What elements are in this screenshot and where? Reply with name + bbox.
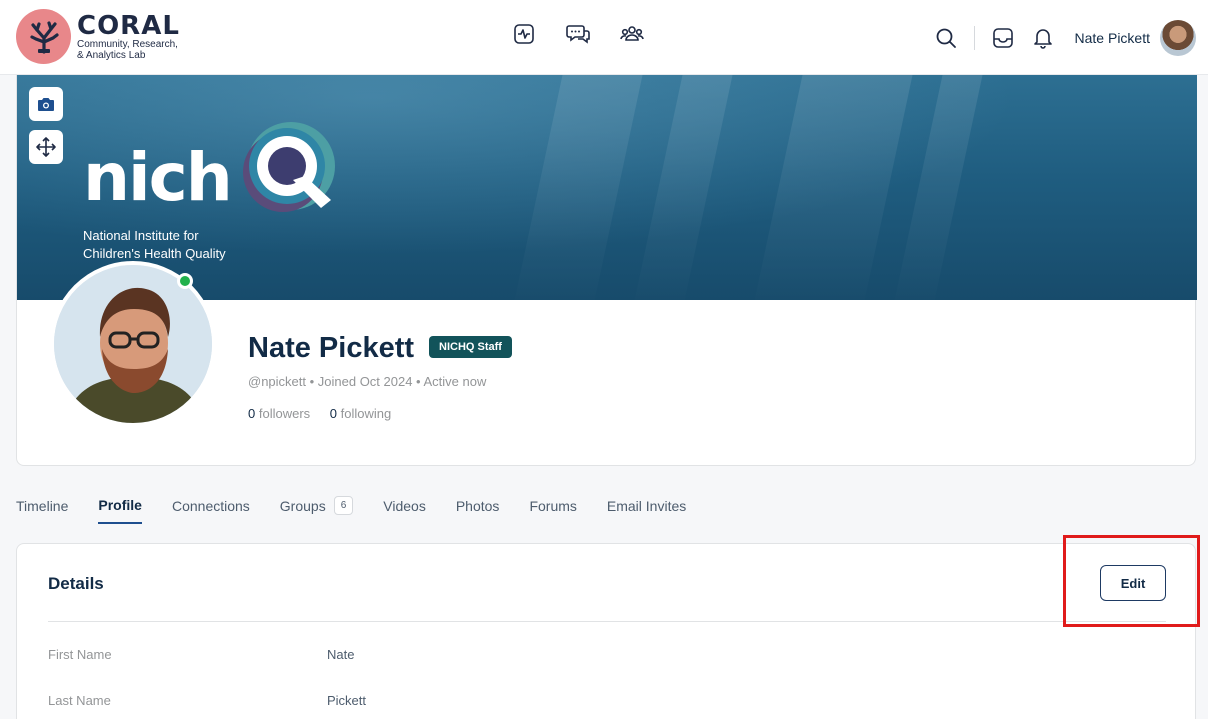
main-nav	[512, 22, 644, 46]
tab-connections[interactable]: Connections	[172, 496, 250, 524]
move-arrows-icon	[36, 137, 56, 157]
tab-photos[interactable]: Photos	[456, 496, 500, 524]
profile-card: nich National Institute for Children's H…	[16, 75, 1197, 466]
nichq-subtitle-line-1: National Institute for	[83, 228, 199, 243]
nichq-wordmark: nich	[83, 138, 233, 216]
members-icon[interactable]	[620, 22, 644, 46]
bell-icon[interactable]	[1031, 26, 1055, 50]
header-divider	[973, 25, 975, 50]
tab-timeline[interactable]: Timeline	[16, 496, 68, 524]
details-divider	[48, 621, 1166, 622]
highlight-annotation	[1063, 535, 1200, 627]
search-icon[interactable]	[934, 26, 958, 50]
coral-logo-icon	[16, 9, 71, 64]
first-name-label: First Name	[48, 647, 112, 662]
inbox-icon[interactable]	[991, 26, 1015, 50]
tab-videos[interactable]: Videos	[383, 496, 426, 524]
member-type-badge: NICHQ Staff	[429, 336, 512, 358]
last-name-value: Pickett	[327, 693, 367, 708]
change-cover-camera-button[interactable]	[29, 87, 63, 121]
nichq-subtitle-line-2: Children's Health Quality	[83, 246, 226, 261]
profile-tabs: Timeline Profile Connections Groups 6 Vi…	[16, 496, 716, 524]
cover-photo: nich National Institute for Children's H…	[17, 75, 1197, 300]
tab-groups-label: Groups	[279, 497, 326, 514]
tab-groups[interactable]: Groups 6	[279, 496, 354, 524]
following-link[interactable]: 0 following	[330, 406, 391, 421]
logo-wordmark: CORAL	[77, 10, 180, 41]
groups-count-badge: 6	[333, 496, 354, 515]
online-status-indicator	[177, 273, 193, 289]
logo-subtitle-line-2: & Analytics Lab	[77, 49, 146, 61]
profile-meta: @npickett • Joined Oct 2024 • Active now	[248, 374, 487, 389]
details-panel: Details Edit First Name Nate Last Name P…	[16, 543, 1196, 719]
top-header: CORAL Community, Research, & Analytics L…	[0, 0, 1208, 75]
last-name-label: Last Name	[48, 693, 111, 708]
camera-icon	[38, 98, 54, 111]
follow-stats: 0 followers 0 following	[248, 406, 391, 421]
tab-profile[interactable]: Profile	[98, 496, 142, 524]
first-name-value: Nate	[327, 647, 355, 662]
messages-icon[interactable]	[566, 22, 590, 46]
tab-email-invites[interactable]: Email Invites	[607, 496, 686, 524]
details-title: Details	[48, 574, 104, 593]
profile-name: Nate Pickett	[248, 332, 415, 364]
nichq-q-icon	[235, 122, 339, 225]
followers-link[interactable]: 0 followers	[248, 406, 310, 421]
site-logo[interactable]: CORAL Community, Research, & Analytics L…	[16, 9, 180, 64]
header-avatar[interactable]	[1160, 19, 1196, 56]
activity-icon[interactable]	[512, 22, 536, 46]
logo-subtitle-line-1: Community, Research,	[77, 38, 178, 50]
header-user-name[interactable]: Nate Pickett	[1075, 30, 1150, 46]
nichq-logo: nich National Institute for Children's H…	[83, 122, 339, 261]
tab-forums[interactable]: Forums	[529, 496, 576, 524]
reposition-cover-button[interactable]	[29, 130, 63, 164]
